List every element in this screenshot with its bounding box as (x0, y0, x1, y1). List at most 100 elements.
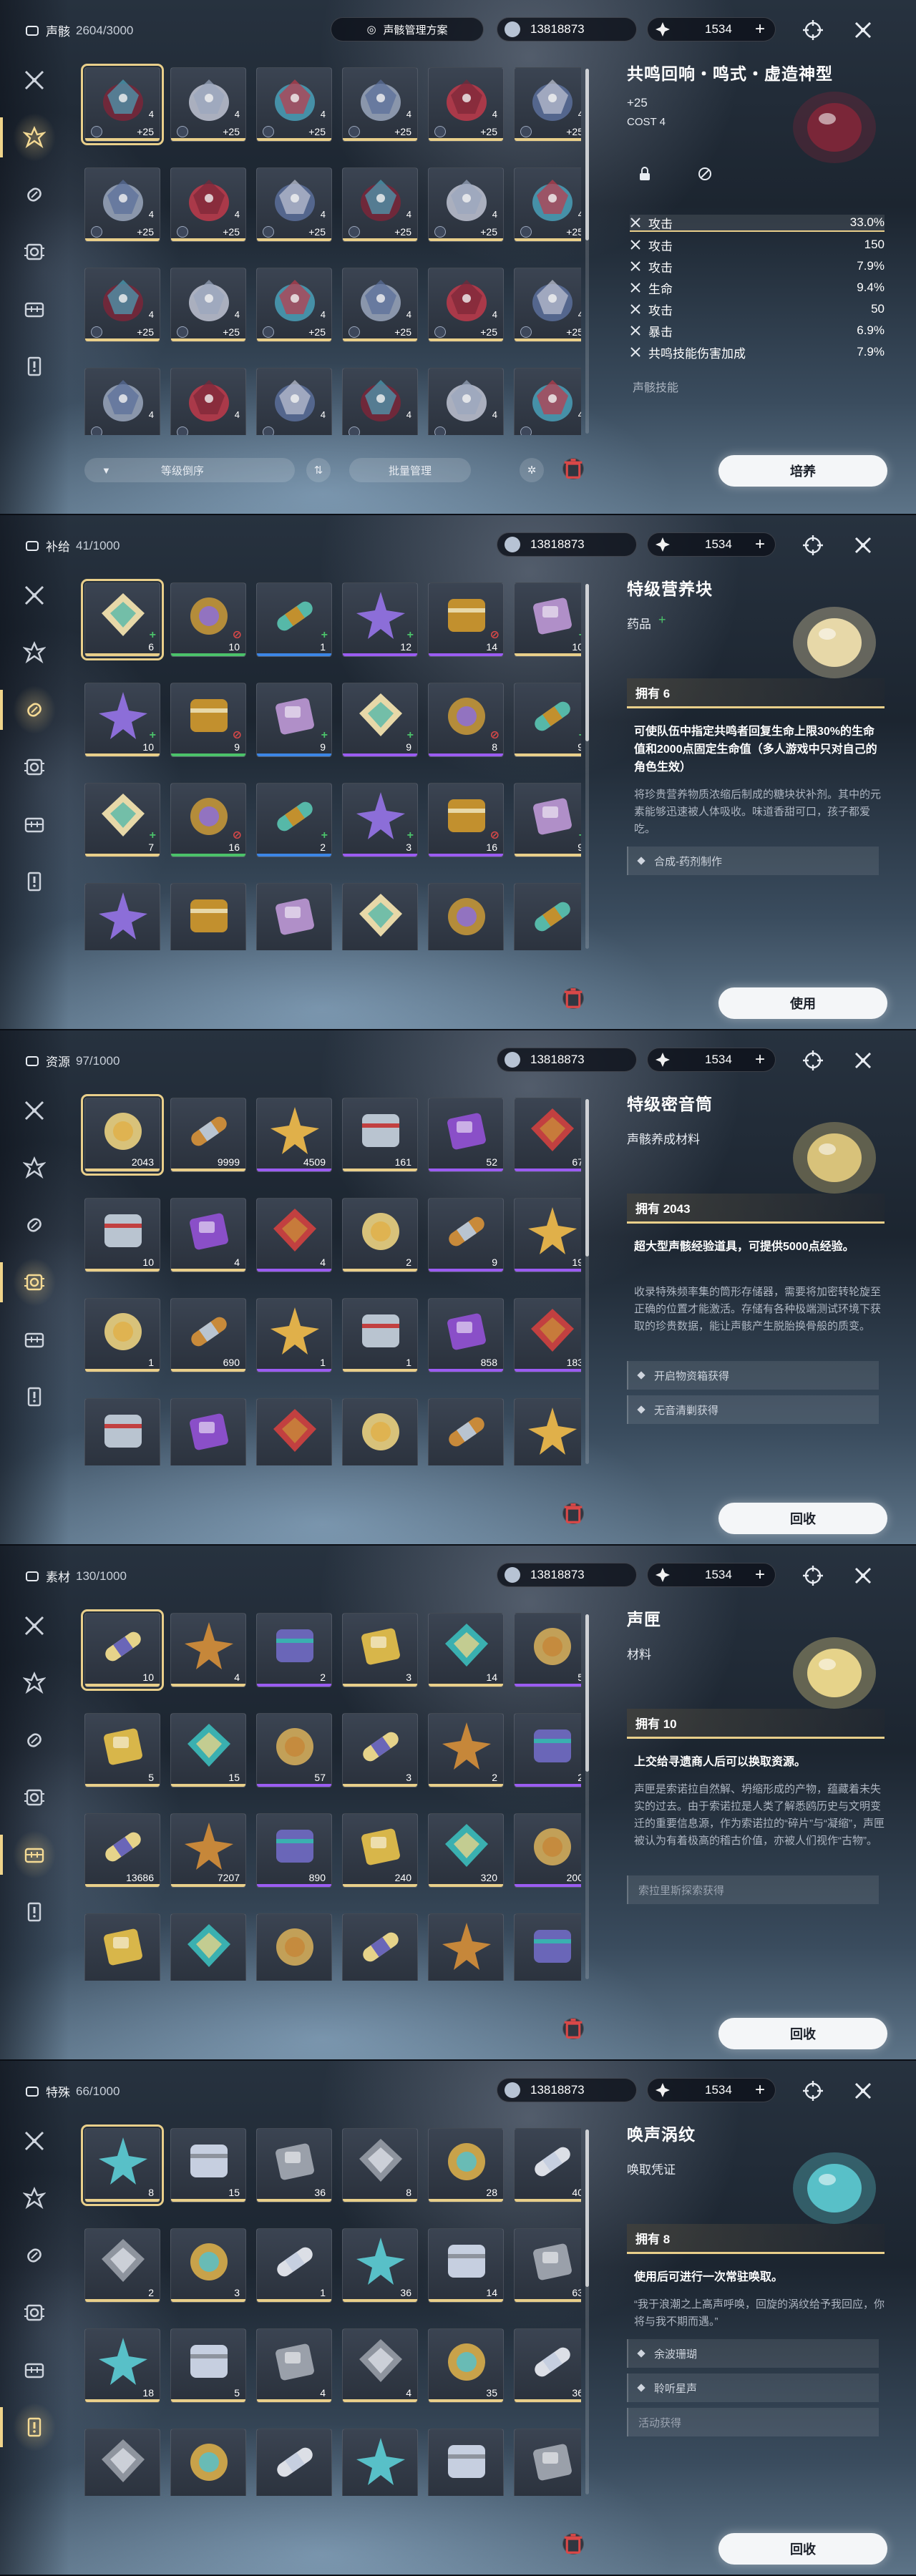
item-slot[interactable]: 28 (428, 2128, 504, 2202)
close-icon[interactable] (850, 17, 876, 43)
material-crate-icon[interactable] (17, 1322, 52, 1357)
source-link[interactable]: 无音清剿获得 (627, 1395, 879, 1424)
grid-scrollbar[interactable] (585, 1099, 589, 1464)
discard-mark-icon[interactable] (697, 166, 713, 182)
special-item-icon[interactable] (17, 1380, 52, 1414)
grid-scrollbar[interactable] (585, 1614, 589, 1979)
material-crate-icon[interactable] (17, 2353, 52, 2387)
item-slot[interactable]: 200 (514, 1813, 581, 1888)
scroll-thumb[interactable] (585, 1614, 589, 1772)
item-slot[interactable]: 4 (84, 368, 160, 435)
item-slot[interactable]: 690 (170, 1298, 246, 1372)
item-slot[interactable]: 10+ (84, 683, 160, 757)
item-slot[interactable]: 4 +25 (514, 167, 581, 242)
shell-credit-counter[interactable]: 13818873 (497, 17, 637, 42)
filter-icon[interactable]: ▼ (102, 465, 111, 476)
item-slot[interactable] (84, 2429, 160, 2496)
item-slot[interactable] (342, 1913, 418, 1981)
item-slot[interactable]: 858 (428, 1298, 504, 1372)
item-slot[interactable] (428, 2429, 504, 2496)
item-slot[interactable]: 4 (342, 368, 418, 435)
item-slot[interactable]: 4 +25 (256, 268, 332, 342)
item-slot[interactable]: 10 ⊘ (170, 582, 246, 657)
discard-icon[interactable] (562, 458, 584, 479)
item-slot[interactable] (342, 883, 418, 950)
close-icon[interactable] (850, 1563, 876, 1589)
item-slot[interactable]: 5 (84, 1713, 160, 1787)
item-slot[interactable] (428, 883, 504, 950)
item-slot[interactable]: 16 ⊘ (428, 783, 504, 857)
item-slot[interactable]: 1 (342, 1298, 418, 1372)
item-slot[interactable] (84, 1913, 160, 1981)
item-slot[interactable]: 13686 (84, 1813, 160, 1888)
material-crate-icon[interactable] (13, 1830, 56, 1879)
item-slot[interactable]: 10 (81, 1609, 164, 1691)
item-slot[interactable]: 3 + (342, 783, 418, 857)
shell-credit-counter[interactable]: 13818873 (497, 1048, 637, 1072)
item-slot[interactable]: 4 +25 (342, 268, 418, 342)
item-slot[interactable]: 35 (428, 2328, 504, 2403)
scroll-thumb[interactable] (585, 69, 589, 240)
item-slot[interactable]: 67 (514, 1098, 581, 1172)
item-slot[interactable]: 2 (514, 1713, 581, 1787)
special-item-icon[interactable] (17, 864, 52, 899)
supply-pill-icon[interactable] (17, 1208, 52, 1242)
item-slot[interactable] (84, 883, 160, 950)
item-slot[interactable]: 6 + (81, 579, 164, 660)
crosshair-icon[interactable] (800, 532, 826, 558)
item-slot[interactable]: 4 +25 (81, 64, 164, 145)
resource-chip-icon[interactable] (17, 2296, 52, 2330)
item-slot[interactable]: 4 +25 (84, 167, 160, 242)
close-icon[interactable] (850, 532, 876, 558)
primary-action-button[interactable]: 回收 (718, 1503, 887, 1534)
item-slot[interactable] (256, 1913, 332, 1981)
item-slot[interactable]: 7207 (170, 1813, 246, 1888)
special-item-icon[interactable] (13, 2403, 56, 2451)
item-slot[interactable]: 8 (342, 2128, 418, 2202)
close-icon[interactable] (850, 2078, 876, 2104)
add-astrite-button[interactable]: + (755, 19, 765, 39)
resource-chip-icon[interactable] (17, 1780, 52, 1815)
item-slot[interactable]: 9+ (342, 683, 418, 757)
astrite-counter[interactable]: 1534 + (647, 1563, 776, 1587)
batch-manage-button[interactable]: 批量管理 (349, 458, 471, 482)
supply-pill-icon[interactable] (17, 1723, 52, 1757)
discard-icon[interactable] (562, 2533, 584, 2555)
resource-chip-icon[interactable] (17, 235, 52, 269)
item-slot[interactable]: 890 (256, 1813, 332, 1888)
primary-action-button[interactable]: 回收 (718, 2018, 887, 2049)
item-slot[interactable]: 183 (514, 1298, 581, 1372)
item-slot[interactable] (170, 1913, 246, 1981)
item-slot[interactable]: 1 + (256, 582, 332, 657)
special-item-icon[interactable] (17, 1895, 52, 1929)
filter-sort-bar[interactable]: ▼ 等级倒序 (84, 458, 295, 482)
item-slot[interactable]: 15 (170, 2128, 246, 2202)
supply-pill-icon[interactable] (17, 177, 52, 212)
crosshair-icon[interactable] (800, 1048, 826, 1073)
lock-icon[interactable] (637, 166, 653, 182)
material-crate-icon[interactable] (17, 807, 52, 841)
echo-swords-icon[interactable] (17, 63, 52, 97)
discard-icon[interactable] (562, 2018, 584, 2039)
item-slot[interactable]: 36 (342, 2228, 418, 2303)
item-slot[interactable]: 4 (256, 1198, 332, 1272)
item-slot[interactable]: 4 +25 (514, 67, 581, 142)
item-slot[interactable] (514, 1913, 581, 1981)
source-link[interactable]: 余波珊瑚 (627, 2339, 879, 2368)
item-slot[interactable]: 15 (170, 1713, 246, 1787)
item-slot[interactable] (428, 1398, 504, 1465)
item-slot[interactable]: 4 (256, 2328, 332, 2403)
item-slot[interactable]: 9+ (514, 683, 581, 757)
item-slot[interactable]: 4 +25 (428, 268, 504, 342)
item-slot[interactable]: 2 + (256, 783, 332, 857)
item-slot[interactable]: 3 (342, 1613, 418, 1687)
item-slot[interactable] (514, 2429, 581, 2496)
item-slot[interactable]: 8 (81, 2124, 164, 2206)
echo-mask-icon[interactable] (13, 113, 56, 162)
crosshair-icon[interactable] (800, 2078, 826, 2104)
echo-swords-icon[interactable] (17, 1609, 52, 1643)
item-slot[interactable] (84, 1398, 160, 1465)
item-slot[interactable]: 36 (256, 2128, 332, 2202)
item-slot[interactable]: 9+ (256, 683, 332, 757)
item-slot[interactable]: 4 +25 (514, 268, 581, 342)
